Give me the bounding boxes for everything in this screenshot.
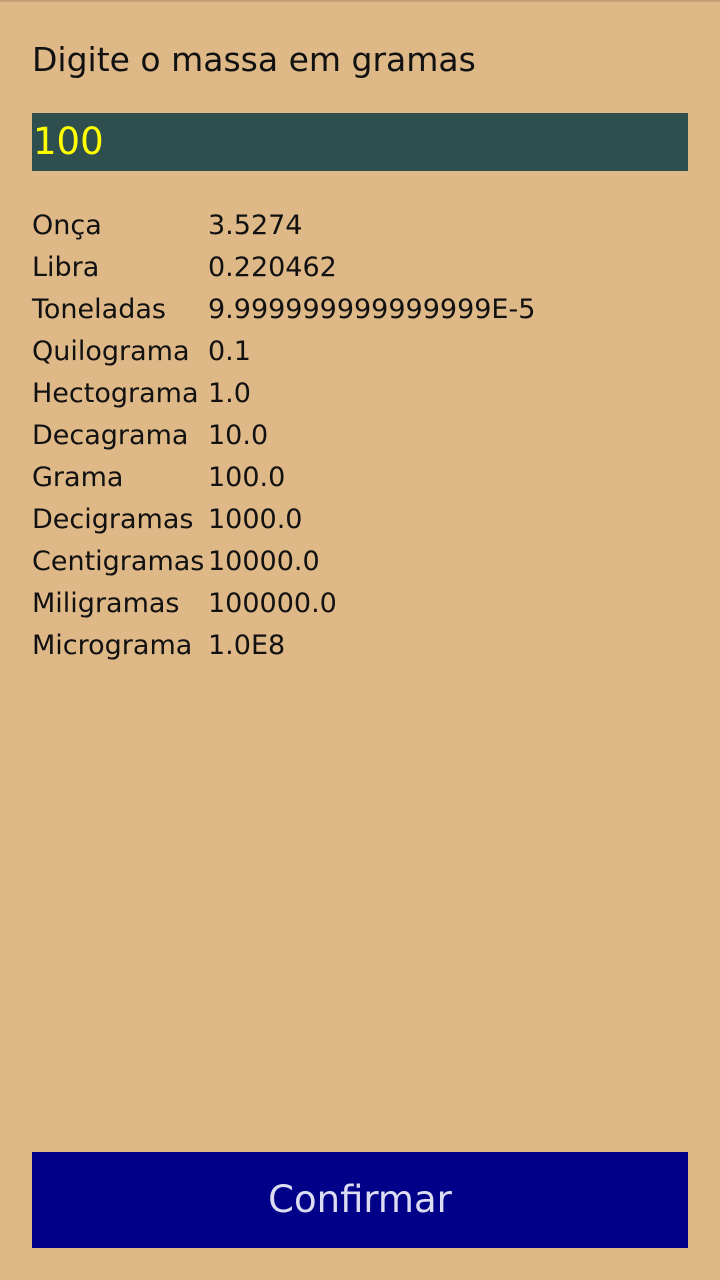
result-row-quilograma: Quilograma 0.1: [32, 330, 688, 372]
unit-name-miligramas: Miligramas: [32, 587, 180, 619]
result-row-decagrama: Decagrama 10.0: [32, 414, 688, 456]
unit-value-toneladas: 9.999999999999999E-5: [208, 293, 536, 325]
unit-name-quilograma: Quilograma: [32, 335, 190, 367]
result-row-onca: Onça 3.5274: [32, 204, 688, 246]
unit-value-centigramas: 10000.0: [208, 545, 320, 577]
result-row-micrograma: Micrograma 1.0E8: [32, 624, 688, 666]
unit-value-miligramas: 100000.0: [208, 587, 337, 619]
result-row-centigramas: Centigramas 10000.0: [32, 540, 688, 582]
result-row-miligramas: Miligramas 100000.0: [32, 582, 688, 624]
unit-name-decagrama: Decagrama: [32, 419, 189, 451]
unit-name-hectograma: Hectograma: [32, 377, 199, 409]
top-shadow: [0, 0, 720, 3]
result-row-grama: Grama 100.0: [32, 456, 688, 498]
result-row-hectograma: Hectograma 1.0: [32, 372, 688, 414]
unit-value-grama: 100.0: [208, 461, 286, 493]
unit-value-hectograma: 1.0: [208, 377, 251, 409]
confirm-button[interactable]: Confirmar: [32, 1152, 688, 1248]
result-row-decigramas: Decigramas 1000.0: [32, 498, 688, 540]
unit-value-quilograma: 0.1: [208, 335, 251, 367]
mass-prompt-label: Digite o massa em gramas: [32, 40, 476, 79]
mass-input[interactable]: [32, 113, 688, 171]
unit-name-libra: Libra: [32, 251, 100, 283]
unit-name-decigramas: Decigramas: [32, 503, 194, 535]
unit-value-decigramas: 1000.0: [208, 503, 303, 535]
unit-name-toneladas: Toneladas: [32, 293, 166, 325]
result-row-toneladas: Toneladas 9.999999999999999E-5: [32, 288, 688, 330]
unit-value-micrograma: 1.0E8: [208, 629, 286, 661]
conversion-results-list: Onça 3.5274 Libra 0.220462 Toneladas 9.9…: [32, 204, 688, 666]
unit-name-centigramas: Centigramas: [32, 545, 205, 577]
unit-name-grama: Grama: [32, 461, 124, 493]
unit-value-onca: 3.5274: [208, 209, 303, 241]
unit-name-onca: Onça: [32, 209, 102, 241]
unit-name-micrograma: Micrograma: [32, 629, 193, 661]
unit-value-libra: 0.220462: [208, 251, 337, 283]
unit-value-decagrama: 10.0: [208, 419, 269, 451]
result-row-libra: Libra 0.220462: [32, 246, 688, 288]
